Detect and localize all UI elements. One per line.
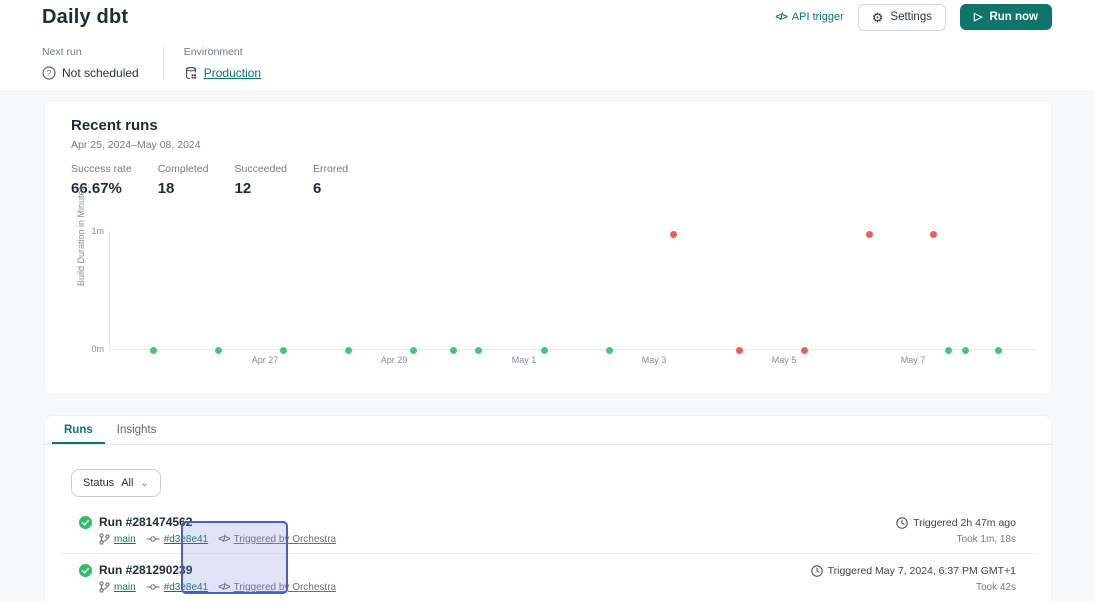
run-duration-text: Took 1m, 18s [957, 534, 1016, 545]
branch-link[interactable]: main [114, 582, 136, 593]
git-commit-icon [146, 535, 160, 543]
runs-list: Run #281474562 main [61, 506, 1036, 601]
meta-divider [163, 46, 164, 80]
trigger-source-item: </> Triggered by Orchestra [218, 582, 336, 593]
settings-button[interactable]: ⚙ Settings [858, 4, 946, 31]
run-point-success[interactable] [410, 347, 417, 354]
git-branch-icon [99, 581, 110, 593]
run-point-success[interactable] [450, 347, 457, 354]
code-icon: </> [775, 12, 786, 23]
commit-link[interactable]: #d3e8e41 [164, 534, 209, 545]
branch-item: main [99, 533, 136, 545]
runs-card: Runs Insights Status All ⌄ Run #28147456… [44, 415, 1052, 601]
run-now-label: Run now [989, 11, 1038, 23]
header-actions: </> API trigger ⚙ Settings ▷ Run now [775, 4, 1052, 31]
branch-item: main [99, 581, 136, 593]
next-run-value: Not scheduled [62, 66, 139, 80]
page-header: Daily dbt </> API trigger ⚙ Settings ▷ R… [0, 0, 1094, 92]
x-axis-tick: May 3 [642, 355, 667, 365]
environment-database-icon [184, 66, 198, 80]
play-icon: ▷ [974, 12, 982, 23]
run-row[interactable]: Run #281290239 main [61, 554, 1036, 601]
run-point-error[interactable] [670, 231, 677, 238]
commit-link[interactable]: #d3e8e41 [164, 582, 209, 593]
run-point-success[interactable] [345, 347, 352, 354]
settings-label: Settings [890, 11, 932, 23]
trigger-source-link[interactable]: Triggered by Orchestra [234, 534, 336, 545]
chart-plot: 1m 0m Apr 27Apr 29May 1May 3May 5May 7 [109, 231, 1036, 350]
chevron-down-icon: ⌄ [140, 478, 148, 489]
run-point-error[interactable] [930, 231, 937, 238]
status-filter-label: Status [83, 477, 114, 489]
run-point-error[interactable] [866, 231, 873, 238]
run-row[interactable]: Run #281474562 main [61, 506, 1036, 554]
recent-runs-card: Recent runs Apr 25, 2024–May 08, 2024 Su… [44, 100, 1052, 395]
gear-icon: ⚙ [872, 11, 884, 24]
branch-link[interactable]: main [114, 534, 136, 545]
git-branch-icon [99, 533, 110, 545]
run-point-success[interactable] [606, 347, 613, 354]
run-stats: Success rate 66.67% Completed 18 Succeed… [71, 163, 348, 197]
y-axis-tick-1m: 1m [91, 226, 104, 236]
success-check-icon [79, 564, 92, 577]
clock-icon [811, 565, 823, 577]
x-axis-tick: Apr 29 [381, 355, 408, 365]
svg-text:?: ? [47, 69, 52, 78]
environment-block: Environment Production [184, 46, 261, 80]
run-title: Run #281290239 [99, 563, 192, 577]
x-axis-tick: Apr 27 [252, 355, 279, 365]
run-point-success[interactable] [150, 347, 157, 354]
commit-item: #d3e8e41 [146, 582, 209, 593]
run-point-error[interactable] [736, 347, 743, 354]
run-point-success[interactable] [215, 347, 222, 354]
environment-value-link[interactable]: Production [204, 66, 261, 80]
api-trigger-label: API trigger [792, 11, 844, 23]
run-point-success[interactable] [541, 347, 548, 354]
git-commit-icon [146, 583, 160, 591]
job-meta: Next run ? Not scheduled Environment [42, 46, 261, 80]
stat-succeeded: Succeeded 12 [234, 163, 287, 197]
page-title: Daily dbt [42, 6, 128, 29]
stat-errored: Errored 6 [313, 163, 348, 197]
chart-y-axis-label: Build Duration in Minutes [76, 186, 86, 286]
x-axis-tick: May 1 [512, 355, 537, 365]
clock-icon [896, 517, 908, 529]
run-title: Run #281474562 [99, 515, 192, 529]
run-point-error[interactable] [801, 347, 808, 354]
success-check-icon [79, 516, 92, 529]
run-point-success[interactable] [962, 347, 969, 354]
recent-runs-title: Recent runs [71, 117, 158, 134]
stat-completed: Completed 18 [158, 163, 209, 197]
status-filter-value: All [121, 477, 133, 489]
x-axis-tick: May 7 [901, 355, 926, 365]
commit-item: #d3e8e41 [146, 534, 209, 545]
run-triggered-text: Triggered May 7, 2024, 6:37 PM GMT+1 [828, 565, 1016, 577]
trigger-source-item: </> Triggered by Orchestra [218, 534, 336, 545]
code-icon: </> [218, 582, 229, 593]
run-point-success[interactable] [995, 347, 1002, 354]
run-triggered-text: Triggered 2h 47m ago [913, 517, 1016, 529]
tab-insights[interactable]: Insights [105, 416, 169, 444]
tab-bar: Runs Insights [45, 416, 1051, 445]
recent-runs-date-range: Apr 25, 2024–May 08, 2024 [71, 139, 201, 151]
run-point-success[interactable] [280, 347, 287, 354]
trigger-source-link[interactable]: Triggered by Orchestra [234, 582, 336, 593]
run-point-success[interactable] [945, 347, 952, 354]
y-axis-tick-0m: 0m [91, 344, 104, 354]
run-duration-text: Took 42s [976, 582, 1016, 593]
next-run-label: Next run [42, 46, 139, 58]
next-run-block: Next run ? Not scheduled [42, 46, 139, 80]
run-point-success[interactable] [475, 347, 482, 354]
x-axis-tick: May 5 [772, 355, 797, 365]
question-circle-icon: ? [42, 66, 56, 80]
code-icon: </> [218, 534, 229, 545]
api-trigger-link[interactable]: </> API trigger [775, 11, 843, 23]
environment-label: Environment [184, 46, 261, 58]
status-filter-dropdown[interactable]: Status All ⌄ [71, 469, 161, 497]
run-now-button[interactable]: ▷ Run now [960, 4, 1052, 30]
tab-runs[interactable]: Runs [52, 416, 105, 444]
